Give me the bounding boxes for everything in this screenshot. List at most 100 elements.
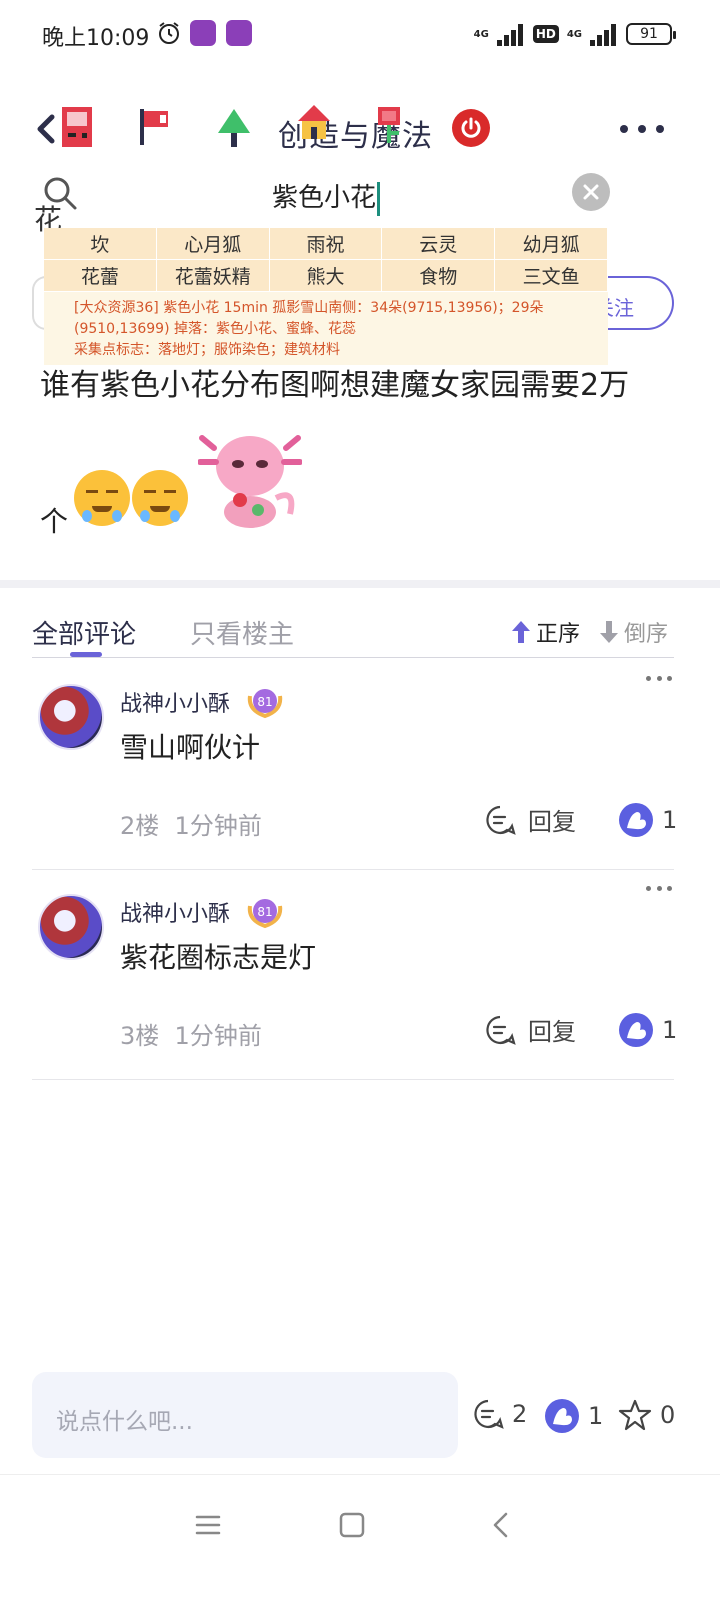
- reply-bubble-icon: [486, 805, 516, 835]
- like-icon: [545, 1399, 579, 1433]
- comment-count: 2: [512, 1400, 528, 1428]
- reply-button[interactable]: 回复: [484, 1012, 576, 1047]
- level-value: 81: [257, 695, 272, 709]
- hd-badge: HD: [532, 25, 559, 43]
- post-content-continued: 个: [40, 505, 69, 538]
- favorite-button[interactable]: 0: [618, 1398, 675, 1432]
- suggestion-item[interactable]: 花蕾: [44, 260, 157, 292]
- follow-label: 关注: [604, 296, 634, 320]
- comment-bubble-icon: [474, 1399, 504, 1429]
- comment-more-button[interactable]: [646, 676, 672, 686]
- app-notification-icon: [190, 20, 216, 46]
- suggestion-item[interactable]: 食物: [382, 260, 496, 292]
- post-content: 谁有紫色小花分布图啊想建魔女家园需要2万: [40, 368, 630, 403]
- follow-button[interactable]: 关注: [604, 276, 674, 330]
- suggestion-item[interactable]: 心月狐: [156, 228, 270, 260]
- comment-time: 1分钟前: [174, 812, 262, 840]
- axolotl-sticker: [198, 435, 302, 528]
- signal-icon: [584, 22, 618, 46]
- sort-descending-button[interactable]: 倒序: [598, 616, 668, 648]
- like-icon: [619, 803, 653, 837]
- suggestion-item[interactable]: 雨祝: [269, 228, 383, 260]
- post-like-button[interactable]: 1: [544, 1398, 603, 1434]
- comment-username[interactable]: 战神小小酥: [120, 896, 230, 928]
- level-badge: 81: [247, 899, 283, 929]
- reply-button[interactable]: 回复: [484, 802, 576, 837]
- active-tab-indicator: [70, 652, 102, 657]
- comment-input[interactable]: 说点什么吧...: [32, 1372, 458, 1458]
- post-like-count: 1: [588, 1402, 604, 1430]
- more-options-button[interactable]: [620, 117, 664, 141]
- avatar[interactable]: [38, 684, 104, 750]
- signal-icon: [491, 22, 525, 46]
- clear-search-button[interactable]: [572, 173, 610, 211]
- suggestion-item[interactable]: 三文鱼: [495, 260, 608, 292]
- favorite-count: 0: [660, 1401, 676, 1429]
- like-count: 1: [662, 806, 678, 834]
- app-notification-icon: [226, 20, 252, 46]
- power-button[interactable]: [452, 109, 490, 147]
- like-button[interactable]: 1: [618, 1012, 677, 1048]
- sort-ascending-button[interactable]: 正序: [510, 616, 580, 648]
- dot-icon: [638, 125, 646, 133]
- comment-tabs: 全部评论 只看楼主 正序 倒序: [32, 612, 674, 658]
- house-pixel-icon[interactable]: [296, 103, 332, 143]
- floor-number: 2楼: [120, 812, 160, 840]
- resource-info-line: [大众资源36] 紫色小花 15min 孤影雪山南侧：34朵(9715,1395…: [74, 300, 544, 316]
- back-icon[interactable]: [482, 1505, 522, 1545]
- comment-item: 战神小小酥 81 雪山啊伙计 2楼 1分钟前 回复 1: [32, 660, 677, 870]
- menu-icon[interactable]: [188, 1505, 228, 1545]
- arrow-down-icon: [600, 621, 618, 643]
- resource-info: [大众资源36] 紫色小花 15min 孤影雪山南侧：34朵(9715,1395…: [44, 292, 608, 365]
- rose-pixel-icon[interactable]: [372, 103, 406, 147]
- bottom-action-bar: 说点什么吧... 2 1 0: [0, 1370, 720, 1460]
- section-divider: [0, 580, 720, 588]
- comment-time: 1分钟前: [174, 1022, 262, 1050]
- dot-icon: [620, 125, 628, 133]
- tab-op-only[interactable]: 只看楼主: [190, 614, 294, 651]
- comment-text: 紫花圈标志是灯: [120, 941, 317, 974]
- suggestion-item[interactable]: 花蕾妖精: [156, 260, 270, 292]
- home-square-icon[interactable]: [332, 1505, 372, 1545]
- suggestion-item[interactable]: 云灵: [382, 228, 496, 260]
- avatar[interactable]: [38, 894, 104, 960]
- system-nav-bar: [0, 1475, 720, 1600]
- comment-count-button[interactable]: 2: [472, 1398, 527, 1430]
- comment-more-button[interactable]: [646, 886, 672, 896]
- suggestion-item[interactable]: 幼月狐: [495, 228, 608, 260]
- status-indicators: 4G HD 4G 91: [473, 20, 676, 48]
- search-suggestions-panel: 坎 心月狐 雨祝 云灵 幼月狐 花蕾 花蕾妖精 熊大 食物 三文鱼 [大众资源3…: [44, 228, 608, 365]
- suggestion-item[interactable]: 坎: [44, 228, 157, 260]
- flag-pixel-icon[interactable]: [136, 105, 172, 149]
- star-icon: [618, 1399, 652, 1431]
- suggestion-item[interactable]: 熊大: [269, 260, 383, 292]
- tab-all-comments[interactable]: 全部评论: [32, 614, 136, 651]
- network-type-label: 4G: [566, 28, 582, 40]
- like-count: 1: [662, 1016, 678, 1044]
- comment-item: 战神小小酥 81 紫花圈标志是灯 3楼 1分钟前 回复 1: [32, 870, 677, 1080]
- search-bar: 紫色小花: [0, 165, 720, 225]
- alarm-icon: [159, 22, 179, 44]
- network-type-label: 4G: [473, 28, 489, 40]
- search-input-value: 紫色小花: [272, 183, 377, 213]
- power-icon: [461, 117, 481, 138]
- reply-label: 回复: [528, 808, 576, 836]
- crying-emoji-icon: [132, 470, 188, 526]
- reply-label: 回复: [528, 1018, 576, 1046]
- resource-info-line: 采集点标志：落地灯；服饰染色；建筑材料: [74, 342, 340, 358]
- level-badge: 81: [247, 689, 283, 719]
- status-bar: 晚上10:09 4G HD 4G 91: [0, 0, 720, 70]
- sort-descending-label: 倒序: [624, 622, 669, 647]
- comment-meta: 2楼 1分钟前: [120, 806, 262, 841]
- comment-meta: 3楼 1分钟前: [120, 1016, 262, 1051]
- comment-username[interactable]: 战神小小酥: [120, 686, 230, 718]
- floor-number: 3楼: [120, 1022, 160, 1050]
- gameboy-pixel-icon[interactable]: [60, 105, 94, 149]
- crying-emoji-icon: [74, 470, 130, 526]
- dot-icon: [656, 125, 664, 133]
- like-button[interactable]: 1: [618, 802, 677, 838]
- suggestion-grid: 坎 心月狐 雨祝 云灵 幼月狐 花蕾 花蕾妖精 熊大 食物 三文鱼: [44, 228, 608, 292]
- search-input[interactable]: 紫色小花: [272, 177, 381, 216]
- close-icon: [583, 184, 599, 200]
- tree-pixel-icon[interactable]: [214, 105, 254, 151]
